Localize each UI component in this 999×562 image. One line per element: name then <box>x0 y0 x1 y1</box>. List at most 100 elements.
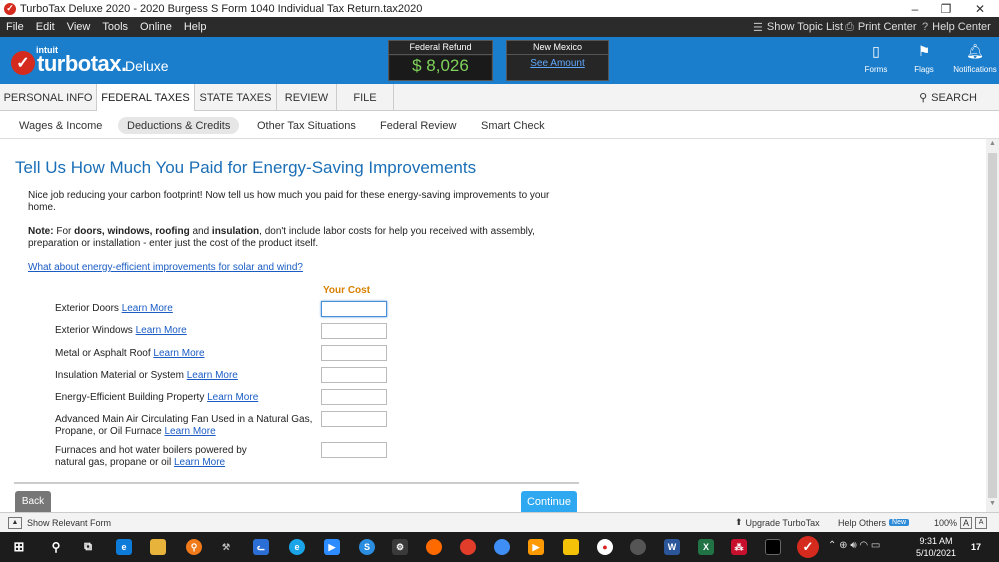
notification-icon[interactable]: 17 <box>968 539 984 555</box>
exterior-doors-label: Exterior Doors Learn More <box>55 303 173 314</box>
exterior-doors-cost-input[interactable] <box>321 301 387 317</box>
scrollbar-thumb[interactable] <box>988 153 997 498</box>
zoom-out-button[interactable]: A <box>975 516 988 529</box>
turbotax-icon[interactable]: ✓ <box>797 536 819 558</box>
tab-federal-taxes[interactable]: FEDERAL TAXES <box>97 84 195 112</box>
app-icon[interactable] <box>765 539 781 555</box>
close-button[interactable]: ✕ <box>962 0 998 17</box>
search-button[interactable]: ⚲ SEARCH <box>919 84 977 111</box>
search-icon[interactable]: ⚲ <box>48 539 64 555</box>
subtab-deductions-credits[interactable]: Deductions & Credits <box>118 117 240 134</box>
learn-more-link[interactable]: Learn More <box>207 392 258 403</box>
forms-button[interactable]: ▯ Forms <box>856 43 896 74</box>
app-icon[interactable] <box>494 539 510 555</box>
subtab-federal-review[interactable]: Federal Review <box>371 117 465 134</box>
word-icon[interactable]: W <box>664 539 680 555</box>
tool-icon[interactable]: ⚒ <box>218 539 234 555</box>
state-label: New Mexico <box>507 42 608 55</box>
show-topic-list-button[interactable]: ☰ Show Topic List <box>753 17 843 37</box>
app-icon[interactable]: ● <box>597 539 613 555</box>
bell-icon: 🔔︎ <box>966 43 984 59</box>
menu-view[interactable]: View <box>61 21 97 33</box>
learn-more-link[interactable]: Learn More <box>122 303 173 314</box>
help-others-button[interactable]: Help Others New <box>838 513 910 532</box>
insulation-cost-input[interactable] <box>321 367 387 383</box>
media-icon[interactable]: ▶ <box>528 539 544 555</box>
subtab-smart-check[interactable]: Smart Check <box>472 117 554 134</box>
turbotax-logo-icon: ✓ <box>11 51 35 75</box>
arrow-up-icon: ⬆ <box>735 517 743 527</box>
file-explorer-icon[interactable] <box>150 539 166 555</box>
subtab-other-tax-situations[interactable]: Other Tax Situations <box>248 117 365 134</box>
turbotax-brand: turbotax. <box>37 51 127 76</box>
main-tabs: PERSONAL INFO FEDERAL TAXES STATE TAXES … <box>0 84 999 112</box>
back-button[interactable]: Back <box>15 491 51 512</box>
subtab-wages-income[interactable]: Wages & Income <box>10 117 111 134</box>
learn-more-link[interactable]: Learn More <box>187 370 238 381</box>
system-tray[interactable]: ⌃ ⊕ 🔊︎ ◠ ▭ <box>828 540 880 551</box>
learn-more-link[interactable]: Learn More <box>174 457 225 468</box>
ie-icon[interactable]: e <box>289 539 305 555</box>
scroll-down-icon[interactable]: ▼ <box>986 500 999 507</box>
chrome-icon[interactable] <box>460 539 476 555</box>
continue-button[interactable]: Continue <box>521 491 577 512</box>
vertical-scrollbar[interactable]: ▲ ▼ <box>986 139 999 512</box>
learn-more-link[interactable]: Learn More <box>153 348 204 359</box>
air-fan-cost-input[interactable] <box>321 411 387 427</box>
roof-cost-input[interactable] <box>321 345 387 361</box>
app-header: ✓ intuit turbotax. Deluxe Federal Refund… <box>0 37 999 84</box>
main-content: Tell Us How Much You Paid for Energy-Sav… <box>0 139 986 512</box>
menu-online[interactable]: Online <box>134 21 178 33</box>
state-refund-box: New Mexico See Amount <box>506 40 609 81</box>
zoom-controls: 100% A A <box>934 513 988 532</box>
show-relevant-form-button[interactable]: ▲ Show Relevant Form <box>8 513 111 532</box>
building-property-label: Energy-Efficient Building Property Learn… <box>55 392 259 403</box>
app-icon[interactable] <box>563 539 579 555</box>
menu-edit[interactable]: Edit <box>30 21 61 33</box>
tab-state-taxes[interactable]: STATE TAXES <box>195 84 277 111</box>
see-amount-link[interactable]: See Amount <box>507 58 608 69</box>
app-icon[interactable]: ⚙ <box>392 539 408 555</box>
app-icon[interactable]: ᓚ <box>253 539 269 555</box>
tab-file[interactable]: FILE <box>337 84 394 111</box>
help-center-button[interactable]: ? Help Center <box>922 17 991 37</box>
up-arrow-icon: ▲ <box>8 516 22 529</box>
task-view-icon[interactable]: ⧉ <box>80 539 96 555</box>
tab-personal-info[interactable]: PERSONAL INFO <box>0 84 97 111</box>
status-bar: ▲ Show Relevant Form ⬆ Upgrade TurboTax H… <box>0 512 999 532</box>
furnace-boiler-cost-input[interactable] <box>321 442 387 458</box>
federal-refund-amount: $ 8,026 <box>390 56 491 80</box>
print-center-button[interactable]: ⎙ Print Center <box>845 17 917 37</box>
menu-tools[interactable]: Tools <box>96 21 134 33</box>
skype-icon[interactable]: S <box>359 539 375 555</box>
scroll-up-icon[interactable]: ▲ <box>986 140 999 147</box>
building-property-cost-input[interactable] <box>321 389 387 405</box>
solar-wind-link[interactable]: What about energy-efficient improvements… <box>28 262 303 273</box>
divider <box>14 482 579 484</box>
restore-button[interactable]: ❐ <box>928 0 964 17</box>
learn-more-link[interactable]: Learn More <box>136 325 187 336</box>
edition-label: Deluxe <box>125 58 169 74</box>
pdf-icon[interactable]: ⁂ <box>731 539 747 555</box>
firefox-icon[interactable] <box>426 539 442 555</box>
learn-more-link[interactable]: Learn More <box>165 426 216 437</box>
edge-icon[interactable]: e <box>116 539 132 555</box>
excel-icon[interactable]: X <box>698 539 714 555</box>
sub-tabs: Wages & Income Deductions & Credits Othe… <box>0 111 999 139</box>
zoom-app-icon[interactable]: ▶ <box>324 539 340 555</box>
menu-help[interactable]: Help <box>178 21 213 33</box>
menu-file[interactable]: File <box>0 21 30 33</box>
search-app-icon[interactable]: ⚲ <box>186 539 202 555</box>
flags-button[interactable]: ⚑ Flags <box>904 43 944 74</box>
zoom-level: 100% <box>934 517 958 528</box>
notifications-button[interactable]: 🔔︎ Notifications <box>952 43 998 74</box>
clock[interactable]: 9:31 AM 5/10/2021 <box>912 535 960 559</box>
tab-review[interactable]: REVIEW <box>277 84 337 111</box>
zoom-in-button[interactable]: A <box>960 516 973 529</box>
upgrade-turbotax-button[interactable]: ⬆ Upgrade TurboTax <box>735 513 820 532</box>
windows-start-icon[interactable]: ⊞ <box>11 539 27 555</box>
federal-refund-box[interactable]: Federal Refund $ 8,026 <box>388 40 493 81</box>
window-titlebar: ✓ TurboTax Deluxe 2020 - 2020 Burgess S … <box>0 0 999 17</box>
app-icon[interactable] <box>630 539 646 555</box>
exterior-windows-cost-input[interactable] <box>321 323 387 339</box>
